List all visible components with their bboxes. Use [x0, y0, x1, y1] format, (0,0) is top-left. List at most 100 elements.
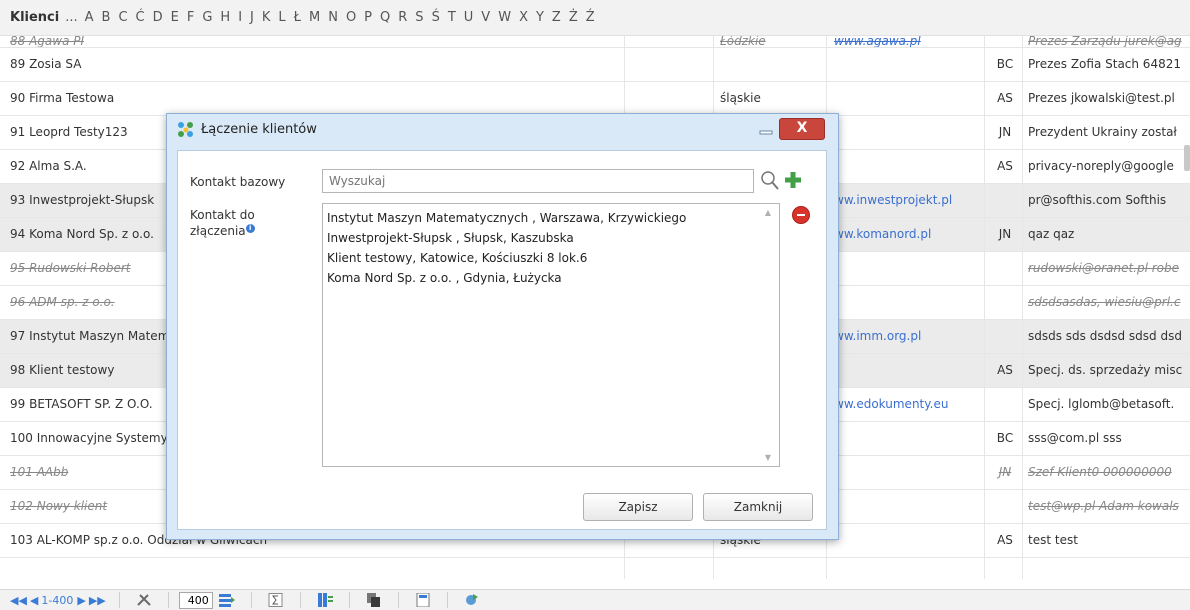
- alphabet-letter[interactable]: Y: [536, 10, 544, 25]
- info-icon[interactable]: i: [245, 224, 255, 233]
- alphabet-letter[interactable]: B: [102, 10, 111, 25]
- add-contact-icon[interactable]: [784, 171, 802, 189]
- scroll-down-icon[interactable]: ▼: [765, 453, 771, 462]
- alphabet-letter[interactable]: N: [328, 10, 338, 25]
- cell-region: śląskie: [720, 91, 761, 105]
- alphabet-letter[interactable]: Q: [380, 10, 390, 25]
- minimize-button[interactable]: [758, 123, 776, 137]
- close-button[interactable]: Zamknij: [703, 493, 813, 521]
- list-item[interactable]: Koma Nord Sp. z o.o. , Gdynia, Łużycka: [323, 268, 779, 288]
- join-contacts-list[interactable]: Instytut Maszyn Matematycznych , Warszaw…: [322, 203, 780, 467]
- base-contact-search-input[interactable]: [322, 169, 754, 193]
- cell-code: AS: [997, 159, 1013, 173]
- cell-www[interactable]: [834, 490, 982, 523]
- columns-icon[interactable]: [317, 593, 333, 607]
- dialog-titlebar[interactable]: Łączenie klientów X: [167, 114, 838, 144]
- alphabet-letter[interactable]: V: [481, 10, 490, 25]
- alphabet-letter[interactable]: U: [464, 10, 474, 25]
- alphabet-letter[interactable]: Ś: [432, 10, 440, 25]
- cell-name: 89 Zosia SA: [10, 57, 82, 71]
- cell-desc: Prezes Zofia Stach 64821: [1028, 57, 1181, 71]
- alphabet-letter[interactable]: G: [202, 10, 212, 25]
- alphabet-letter[interactable]: S: [415, 10, 423, 25]
- cell-www[interactable]: [834, 422, 982, 455]
- alphabet-letter[interactable]: Z: [552, 10, 561, 25]
- cell-code: AS: [997, 533, 1013, 547]
- save-button[interactable]: Zapisz: [583, 493, 693, 521]
- cell-www[interactable]: ww.inwestprojekt.pl: [834, 184, 982, 217]
- apply-page-size-icon[interactable]: [218, 593, 235, 607]
- alphabet-letter[interactable]: P: [364, 10, 372, 25]
- alphabet-letter[interactable]: E: [171, 10, 179, 25]
- alphabet-letter[interactable]: L: [278, 10, 285, 25]
- list-item[interactable]: Instytut Maszyn Matematycznych , Warszaw…: [323, 208, 779, 228]
- alphabet-letter[interactable]: I: [238, 10, 242, 25]
- cell-www[interactable]: [834, 286, 982, 319]
- next-page-icon[interactable]: ▶: [77, 594, 85, 607]
- cell-desc: Prezes Zarządu jurek@ag: [1028, 36, 1182, 47]
- toolbar-separator: [118, 592, 120, 608]
- cell-www[interactable]: [834, 252, 982, 285]
- cell-www[interactable]: www.agawa.pl: [834, 36, 982, 47]
- alphabet-letter[interactable]: A: [85, 10, 94, 25]
- alphabet-letter[interactable]: H: [220, 10, 230, 25]
- alphabet-letter[interactable]: Ł: [294, 10, 301, 25]
- alphabet-letter[interactable]: D: [153, 10, 163, 25]
- table-row[interactable]: 90 Firma Testowa śląskie AS Prezes jkowalsk…: [0, 82, 1190, 116]
- alphabet-letter[interactable]: R: [398, 10, 407, 25]
- prev-page-icon[interactable]: ◀: [30, 594, 38, 607]
- alphabet-letter[interactable]: C: [118, 10, 127, 25]
- cell-www[interactable]: ww.imm.org.pl: [834, 320, 982, 353]
- first-page-icon[interactable]: ◀◀: [10, 594, 27, 607]
- sum-icon[interactable]: [268, 593, 284, 607]
- cell-desc: privacy-noreply@google: [1028, 159, 1174, 173]
- cell-www[interactable]: [834, 456, 982, 489]
- scroll-up-icon[interactable]: ▲: [765, 208, 771, 217]
- page-range: 1-400: [41, 593, 74, 607]
- alphabet-letter[interactable]: J: [250, 10, 254, 25]
- cell-code: [990, 252, 1020, 285]
- table-row[interactable]: 89 Zosia SA BC Prezes Zofia Stach 64821: [0, 48, 1190, 82]
- cell-www[interactable]: [834, 524, 982, 557]
- refresh-icon[interactable]: [464, 593, 480, 607]
- alphabet-letter[interactable]: T: [448, 10, 456, 25]
- alphabet-letter[interactable]: Ż: [569, 10, 578, 25]
- alphabet-letter[interactable]: Ć: [136, 10, 145, 25]
- cell-www[interactable]: [834, 48, 982, 81]
- cell-www[interactable]: ww.komanord.pl: [834, 218, 982, 251]
- toolbar-separator: [446, 592, 448, 608]
- copy-icon[interactable]: [366, 593, 382, 607]
- page-size-input[interactable]: [178, 591, 213, 609]
- cell-code: [990, 36, 1020, 47]
- merge-clients-dialog: Łączenie klientów X Kontakt bazowy Konta…: [166, 113, 839, 540]
- grid-scrollbar[interactable]: [1184, 145, 1190, 171]
- alphabet-letter[interactable]: M: [309, 10, 320, 25]
- dialog-close-button[interactable]: X: [779, 118, 825, 140]
- cell-code: [990, 320, 1020, 353]
- alphabet-letter[interactable]: W: [498, 10, 511, 25]
- cell-code: [990, 490, 1020, 523]
- cell-www[interactable]: [834, 116, 982, 149]
- cell-code: [990, 286, 1020, 319]
- calculator-icon[interactable]: [415, 593, 431, 607]
- alphabet-letter[interactable]: F: [187, 10, 194, 25]
- alphabet-letter[interactable]: X: [519, 10, 528, 25]
- last-page-icon[interactable]: ▶▶: [89, 594, 106, 607]
- list-item[interactable]: Klient testowy, Katowice, Kościuszki 8 l…: [323, 248, 779, 268]
- cell-desc: Specj. ds. sprzedaży misc: [1028, 363, 1183, 377]
- search-icon[interactable]: [760, 169, 780, 191]
- alphabet-letter[interactable]: Ź: [586, 10, 595, 25]
- cell-code: [990, 388, 1020, 421]
- list-item[interactable]: Inwestprojekt-Słupsk , Słupsk, Kaszubska: [323, 228, 779, 248]
- cell-www[interactable]: [834, 150, 982, 183]
- remove-contact-icon[interactable]: [792, 206, 810, 224]
- toolbar-separator: [348, 592, 350, 608]
- cell-www[interactable]: [834, 82, 982, 115]
- cell-www[interactable]: ww.edokumenty.eu: [834, 388, 982, 421]
- tools-icon[interactable]: [136, 593, 152, 607]
- alphabet-letter[interactable]: O: [346, 10, 356, 25]
- alphabet-letter[interactable]: K: [262, 10, 271, 25]
- table-row[interactable]: 88 Agawa PI Łódzkie www.agawa.pl Prezes Zar…: [0, 36, 1190, 48]
- cell-www[interactable]: [834, 354, 982, 387]
- alphabet-all-link[interactable]: ...: [65, 10, 77, 25]
